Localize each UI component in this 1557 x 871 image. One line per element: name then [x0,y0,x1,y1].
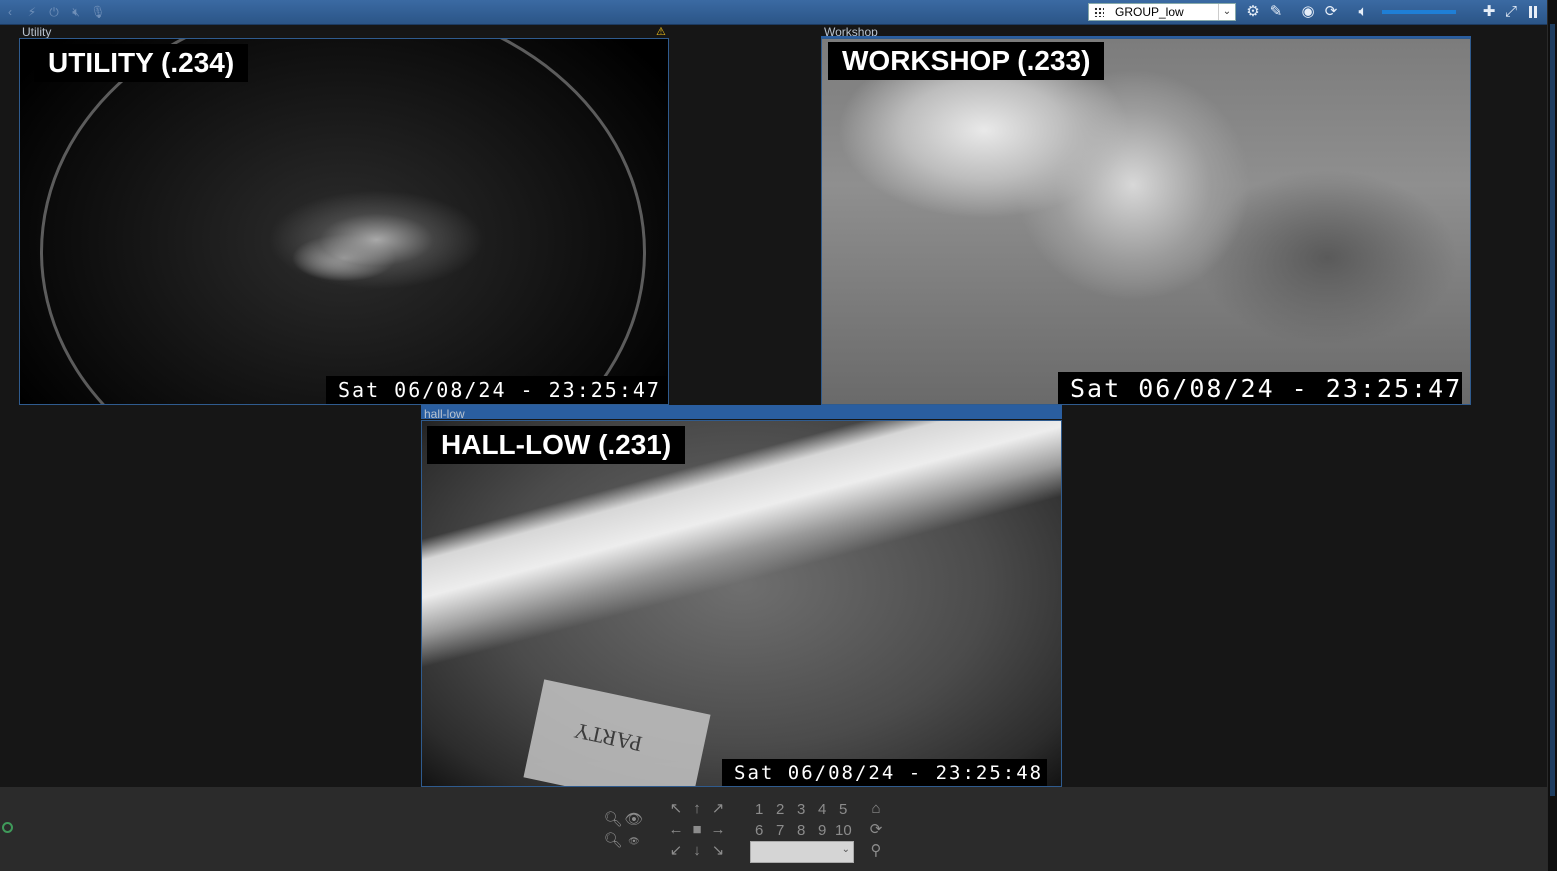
preset-button-3[interactable]: 3 [797,801,805,819]
eye-icon[interactable]: 👁︎ [624,811,644,829]
warning-icon: ⚠ [656,26,666,38]
zoom-out-icon[interactable]: 🔍︎ [603,832,623,850]
camera-title-utility: Utility [22,25,52,39]
right-scrollbar[interactable] [1547,0,1557,871]
camera-tile-hall-low[interactable]: PARTY HALL-LOW (.231) Sat 06/08/24 - 23:… [421,420,1062,787]
preset-button-5[interactable]: 5 [839,801,847,819]
camera-feed-workshop [822,39,1470,404]
preset-button-7[interactable]: 7 [776,822,784,840]
camera-title-hall-low: hall-low [424,407,465,421]
camera-tile-workshop[interactable]: WORKSHOP (.233) Sat 06/08/24 - 23:25:47 [821,38,1471,405]
lightning-icon[interactable]: ⚡ [24,4,40,20]
speaker-icon[interactable]: 🔈︎ [1354,3,1372,20]
refresh-icon[interactable]: ⟳ [1322,3,1340,20]
ptz-left-button[interactable]: ← [666,821,686,839]
ptz-refresh-icon[interactable]: ⟳ [866,821,886,839]
location-pin-icon[interactable]: ⚲ [866,842,886,860]
pause-icon[interactable] [1528,6,1539,18]
ptz-up-button[interactable]: ↑ [687,800,707,818]
fullscreen-icon[interactable]: ⤢ [1502,3,1520,20]
camera-feed-utility [20,39,668,404]
group-select[interactable]: GROUP_low ⌄ [1088,3,1236,21]
volume-slider[interactable] [1382,10,1456,14]
preset-button-4[interactable]: 4 [818,801,826,819]
ptz-panel: 🔍︎ 👁︎ 🔍︎ 👁︎ ↖ ↑ ↗ ← ■ → ↙ ↓ ↘ 1 2 3 4 5 … [0,787,1547,871]
eye-small-icon[interactable]: 👁︎ [624,832,644,850]
preset-select[interactable]: ⌄ [750,841,854,863]
preset-button-1[interactable]: 1 [755,801,763,819]
ptz-down-left-button[interactable]: ↙ [666,842,686,860]
top-toolbar: ‹ ⚡ ⏻ 🔇︎ 🎙︎ GROUP_low ⌄ ⚙ ✎ ◉ ⟳ 🔈︎ ✚ ⤢ [0,0,1547,25]
group-select-value: GROUP_low [1115,5,1184,19]
camera-overlay-label: UTILITY (.234) [34,44,249,82]
chevron-down-icon[interactable]: ⌄ [842,844,850,855]
toolbar-left-group: ‹ ⚡ ⏻ 🔇︎ 🎙︎ [2,4,106,20]
party-sign-text: PARTY [571,718,645,757]
camera-tile-utility[interactable]: UTILITY (.234) Sat 06/08/24 - 23:25:47 [19,38,669,405]
preset-button-6[interactable]: 6 [755,822,763,840]
ptz-right-button[interactable]: → [708,821,728,839]
camera-selected-bar [421,405,1062,419]
camera-timestamp: Sat 06/08/24 - 23:25:47 [1058,372,1463,404]
grid-icon [1094,7,1104,17]
home-icon[interactable]: ⌂ [866,800,886,818]
ptz-down-button[interactable]: ↓ [687,842,707,860]
camera-feed-hall-low [422,421,1061,786]
ptz-down-right-button[interactable]: ↘ [708,842,728,860]
status-indicator-icon [2,822,13,833]
settings-icon[interactable]: ⚙ [1244,3,1262,20]
camera-timestamp: Sat 06/08/24 - 23:25:48 [722,759,1048,786]
chevron-down-icon[interactable]: ⌄ [1218,4,1235,20]
power-icon[interactable]: ⏻ [46,4,62,20]
camera-timestamp: Sat 06/08/24 - 23:25:47 [326,376,667,404]
record-icon[interactable]: ◉ [1299,3,1317,20]
camera-overlay-label: WORKSHOP (.233) [828,42,1105,80]
mute-icon[interactable]: 🔇︎ [68,4,84,20]
microphone-icon[interactable]: 🎙︎ [90,4,106,20]
expand-icon[interactable]: ‹ [2,4,18,20]
ptz-up-left-button[interactable]: ↖ [666,800,686,818]
ptz-home-button[interactable]: ■ [687,821,707,839]
ptz-up-right-button[interactable]: ↗ [708,800,728,818]
camera-overlay-label: HALL-LOW (.231) [427,426,686,464]
add-icon[interactable]: ✚ [1480,3,1498,20]
preset-button-9[interactable]: 9 [818,822,826,840]
preset-button-8[interactable]: 8 [797,822,805,840]
zoom-in-icon[interactable]: 🔍︎ [603,811,623,829]
preset-button-10[interactable]: 10 [835,822,852,840]
edit-icon[interactable]: ✎ [1267,3,1285,20]
preset-button-2[interactable]: 2 [776,801,784,819]
